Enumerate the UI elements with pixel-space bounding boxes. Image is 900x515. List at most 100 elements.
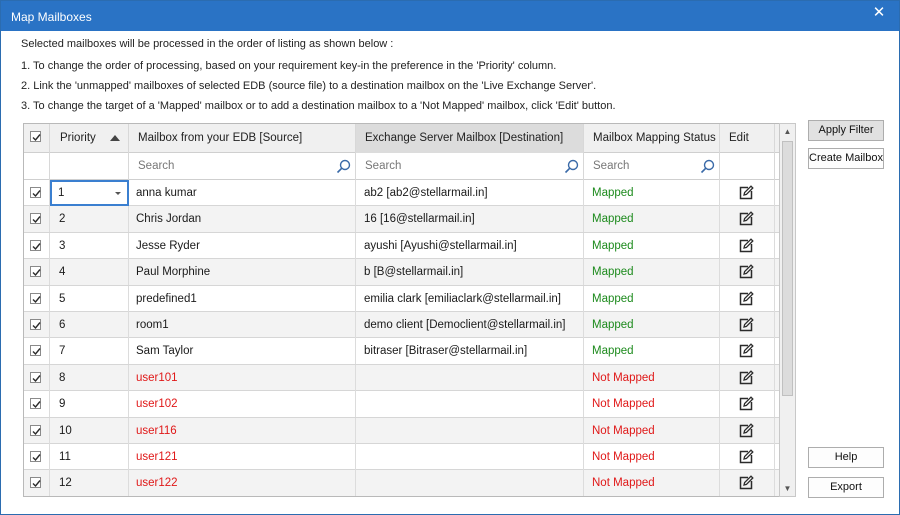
edit-icon[interactable] [738, 264, 754, 280]
table-row[interactable]: 9 user102 Not Mapped [24, 391, 794, 418]
edit-cell [720, 417, 775, 444]
checkbox-checked-icon[interactable] [30, 345, 41, 357]
row-checkbox-cell[interactable] [24, 180, 50, 206]
destination-mailbox-cell: demo client [Democlient@stellarmail.in] [356, 312, 584, 338]
edit-icon[interactable] [738, 449, 754, 465]
table-row[interactable]: 11 user121 Not Mapped [24, 444, 794, 471]
priority-cell[interactable]: 3 [50, 232, 129, 259]
edit-cell [720, 312, 775, 338]
row-checkbox-cell[interactable] [24, 444, 50, 470]
edit-cell [720, 444, 775, 470]
checkbox-checked-icon[interactable] [30, 371, 41, 383]
row-checkbox-cell[interactable] [24, 206, 50, 233]
row-checkbox-cell[interactable] [24, 470, 50, 496]
export-button[interactable]: Export [808, 477, 884, 498]
checkbox-checked-icon[interactable] [30, 266, 41, 278]
row-checkbox-cell[interactable] [24, 285, 50, 312]
priority-cell[interactable]: 10 [50, 417, 129, 444]
edit-icon[interactable] [738, 211, 754, 227]
source-mailbox-cell: user122 [129, 470, 356, 496]
checkbox-checked-icon[interactable] [30, 187, 41, 198]
title-bar: Map Mailboxes ✕ [1, 1, 899, 31]
table-row[interactable]: 4 Paul Morphine b [B@stellarmail.in] Mapped [24, 259, 794, 286]
checkbox-checked-icon[interactable] [30, 213, 41, 225]
table-row[interactable]: 7 Sam Taylor bitraser [Bitraser@stellarmai… [24, 338, 794, 365]
priority-cell[interactable]: 2 [50, 206, 129, 233]
table-row[interactable]: 1 anna kumar ab2 [ab2@stellarmail.in] Mappe… [24, 180, 794, 207]
destination-mailbox-cell: bitraser [Bitraser@stellarmail.in] [356, 338, 584, 365]
header-priority[interactable]: Priority [50, 124, 129, 153]
status-search-input[interactable] [584, 153, 719, 179]
header-destination[interactable]: Exchange Server Mailbox [Destination] [356, 124, 584, 153]
edit-icon[interactable] [738, 370, 754, 386]
table-row[interactable]: 10 user116 Not Mapped [24, 417, 794, 444]
source-search-input[interactable] [129, 153, 355, 179]
row-checkbox-cell[interactable] [24, 417, 50, 444]
checkbox-checked-icon[interactable] [30, 292, 41, 304]
row-checkbox-cell[interactable] [24, 338, 50, 365]
priority-dropdown[interactable]: 1 [50, 180, 129, 206]
priority-cell[interactable]: 11 [50, 444, 129, 470]
instructions-intro: Selected mailboxes will be processed in … [21, 38, 394, 50]
scroll-up-icon[interactable]: ▲ [780, 124, 795, 139]
map-mailboxes-dialog: Map Mailboxes ✕ Selected mailboxes will … [0, 0, 900, 515]
mailbox-mapping-grid: Priority Mailbox from your EDB [Source] … [23, 123, 795, 497]
table-row[interactable]: 12 user122 Not Mapped [24, 470, 794, 496]
source-mailbox-cell: user102 [129, 391, 356, 418]
edit-cell [720, 285, 775, 312]
checkbox-checked-icon[interactable] [30, 398, 41, 410]
edit-icon[interactable] [738, 185, 754, 201]
table-row[interactable]: 3 Jesse Ryder ayushi [Ayushi@stellarmail.i… [24, 232, 794, 260]
select-all-checkbox-icon[interactable] [30, 131, 41, 142]
create-mailbox-button[interactable]: Create Mailbox [808, 148, 884, 169]
header-status[interactable]: Mailbox Mapping Status [584, 124, 720, 153]
edit-icon[interactable] [738, 290, 754, 307]
search-icon[interactable] [564, 159, 579, 174]
edit-icon[interactable] [738, 238, 754, 254]
grid-vertical-scrollbar[interactable]: ▲ ▼ [779, 123, 796, 497]
row-checkbox-cell[interactable] [24, 232, 50, 259]
edit-icon[interactable] [738, 422, 754, 439]
priority-cell[interactable]: 6 [50, 312, 129, 338]
sort-ascending-icon[interactable] [110, 135, 120, 141]
table-row[interactable]: 6 room1 demo client [Democlient@stellarmai… [24, 312, 794, 339]
source-mailbox-cell: Paul Morphine [129, 259, 356, 286]
chevron-down-icon[interactable] [115, 192, 121, 195]
checkbox-checked-icon[interactable] [30, 319, 41, 330]
edit-icon[interactable] [738, 475, 754, 491]
table-row[interactable]: 2 Chris Jordan 16 [16@stellarmail.in] Mappe… [24, 206, 794, 233]
priority-cell[interactable]: 9 [50, 391, 129, 418]
table-row[interactable]: 8 user101 Not Mapped [24, 364, 794, 392]
checkbox-checked-icon[interactable] [30, 477, 41, 489]
mapping-status-cell: Mapped [584, 312, 720, 338]
source-mailbox-cell: Sam Taylor [129, 338, 356, 365]
source-mailbox-cell: anna kumar [129, 180, 356, 206]
search-icon[interactable] [700, 159, 715, 174]
table-row[interactable]: 5 predefined1 emilia clark [emiliaclark@st… [24, 285, 794, 312]
priority-cell[interactable]: 8 [50, 364, 129, 391]
checkbox-checked-icon[interactable] [30, 424, 41, 436]
scrollbar-thumb[interactable] [782, 141, 793, 396]
header-source[interactable]: Mailbox from your EDB [Source] [129, 124, 356, 153]
row-checkbox-cell[interactable] [24, 312, 50, 338]
header-select-all[interactable] [24, 124, 50, 153]
row-checkbox-cell[interactable] [24, 364, 50, 391]
priority-cell[interactable]: 12 [50, 470, 129, 496]
edit-icon[interactable] [738, 317, 754, 333]
checkbox-checked-icon[interactable] [30, 239, 41, 251]
scroll-down-icon[interactable]: ▼ [780, 481, 795, 496]
search-icon[interactable] [336, 159, 351, 174]
priority-cell[interactable]: 7 [50, 338, 129, 365]
priority-cell[interactable]: 4 [50, 259, 129, 286]
help-button[interactable]: Help [808, 447, 884, 468]
edit-icon[interactable] [738, 396, 754, 412]
close-icon[interactable]: ✕ [871, 5, 887, 21]
edit-icon[interactable] [738, 343, 754, 359]
row-checkbox-cell[interactable] [24, 259, 50, 286]
destination-search-input[interactable] [356, 153, 583, 179]
apply-filter-button[interactable]: Apply Filter [808, 120, 884, 141]
edit-cell [720, 206, 775, 233]
row-checkbox-cell[interactable] [24, 391, 50, 418]
checkbox-checked-icon[interactable] [30, 451, 41, 462]
priority-cell[interactable]: 5 [50, 285, 129, 312]
